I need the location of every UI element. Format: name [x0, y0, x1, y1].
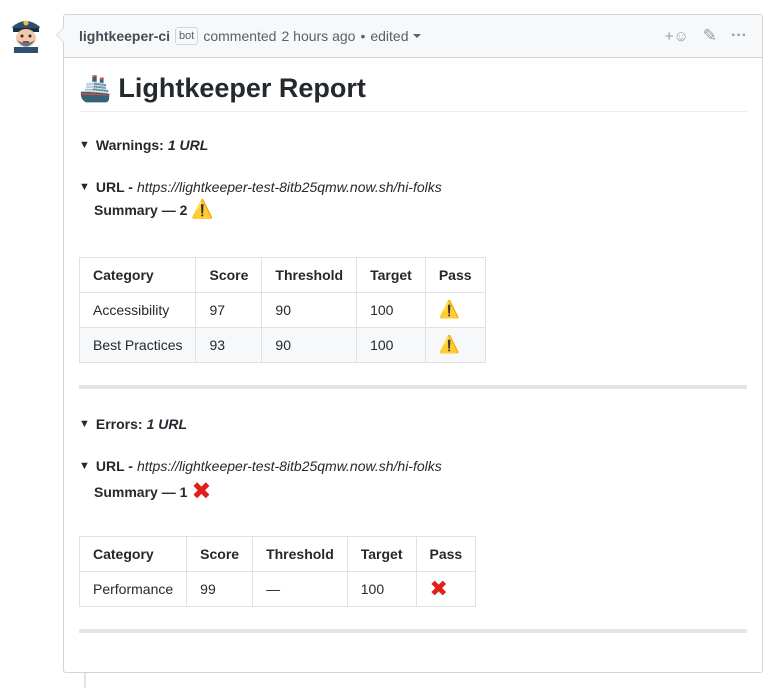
- table-cell: 90: [261, 292, 358, 328]
- warnings-count: 1 URL: [167, 137, 209, 153]
- triangle-down-icon: ▼: [79, 460, 90, 472]
- column-header: Category: [78, 257, 197, 293]
- table-header-row: Category Score Threshold Target Pass: [78, 257, 486, 293]
- column-header: Score: [195, 257, 263, 293]
- url-prefix: URL -: [95, 179, 133, 195]
- warnings-summary-text: Summary — 2: [94, 201, 188, 218]
- errors-url-toggle[interactable]: ▼ URL - https://lightkeeper-test-8itb25q…: [79, 458, 442, 474]
- bot-badge: bot: [175, 27, 199, 45]
- table-row: Best Practices 93 90 100 ⚠️: [78, 327, 486, 363]
- divider: [79, 629, 747, 633]
- warnings-label: Warnings:: [95, 137, 164, 153]
- column-header: Pass: [415, 536, 477, 572]
- add-reaction-icon[interactable]: +☺: [665, 28, 689, 45]
- errors-url: https://lightkeeper-test-8itb25qmw.now.s…: [136, 458, 442, 474]
- table-cell: Best Practices: [78, 327, 197, 363]
- chevron-down-icon: [412, 34, 421, 38]
- warnings-toggle[interactable]: ▼ Warnings: 1 URL: [79, 137, 208, 153]
- table-row: Accessibility 97 90 100 ⚠️: [78, 292, 486, 328]
- warning-icon: ⚠️: [424, 327, 486, 363]
- comment-time-link[interactable]: 2 hours ago: [281, 28, 355, 44]
- table-cell: 100: [346, 571, 417, 607]
- column-header: Threshold: [252, 536, 348, 572]
- warning-icon: ⚠️: [191, 199, 214, 219]
- comment: lightkeeper-ci bot commented 2 hours ago…: [56, 14, 763, 673]
- divider: [79, 385, 747, 389]
- table-cell: 90: [261, 327, 358, 363]
- table-cell: 100: [356, 327, 426, 363]
- errors-label: Errors:: [95, 416, 143, 432]
- triangle-down-icon: ▼: [79, 418, 90, 430]
- edit-pencil-icon[interactable]: ✎: [703, 26, 717, 46]
- column-header: Target: [346, 536, 417, 572]
- table-header-row: Category Score Threshold Target Pass: [78, 536, 477, 572]
- column-header: Pass: [424, 257, 486, 293]
- edited-dropdown[interactable]: edited: [370, 28, 421, 44]
- cross-mark-icon: ✖: [191, 478, 212, 505]
- table-cell: —: [252, 571, 348, 607]
- warnings-url: https://lightkeeper-test-8itb25qmw.now.s…: [136, 179, 442, 195]
- warning-icon: ⚠️: [424, 292, 486, 328]
- column-header: Category: [78, 536, 188, 572]
- table-cell: 93: [195, 327, 263, 363]
- url-prefix: URL -: [95, 458, 133, 474]
- column-header: Score: [186, 536, 254, 572]
- errors-count: 1 URL: [146, 416, 188, 432]
- avatar[interactable]: [6, 13, 46, 53]
- ship-icon: 🚢: [79, 73, 112, 103]
- separator: •: [360, 28, 366, 44]
- cross-mark-icon: ✖: [415, 571, 477, 607]
- warnings-summary: Summary — 2 ⚠️: [94, 199, 214, 220]
- report-title: 🚢 Lightkeeper Report: [79, 72, 747, 112]
- errors-summary: Summary — 1 ✖: [94, 477, 211, 506]
- timeline-line: [84, 672, 86, 688]
- column-header: Target: [356, 257, 426, 293]
- column-header: Threshold: [261, 257, 358, 293]
- comment-body: 🚢 Lightkeeper Report ▼ Warnings: 1 URL ▼…: [64, 72, 762, 633]
- comment-header: lightkeeper-ci bot commented 2 hours ago…: [64, 15, 762, 58]
- warnings-table: Category Score Threshold Target Pass Acc…: [78, 257, 486, 363]
- captain-avatar-icon: [6, 13, 46, 53]
- table-cell: 100: [356, 292, 426, 328]
- warnings-url-toggle[interactable]: ▼ URL - https://lightkeeper-test-8itb25q…: [79, 179, 442, 195]
- triangle-down-icon: ▼: [79, 181, 90, 193]
- header-actions: +☺ ✎ ···: [665, 26, 747, 46]
- errors-toggle[interactable]: ▼ Errors: 1 URL: [79, 416, 187, 432]
- report-title-text: Lightkeeper Report: [118, 73, 366, 103]
- table-cell: 97: [195, 292, 263, 328]
- triangle-down-icon: ▼: [79, 139, 90, 151]
- table-cell: 99: [186, 571, 254, 607]
- comment-action: commented: [203, 28, 277, 44]
- table-cell: Accessibility: [78, 292, 197, 328]
- author-link[interactable]: lightkeeper-ci: [79, 28, 170, 44]
- more-options-icon[interactable]: ···: [731, 27, 747, 45]
- table-row: Performance 99 — 100 ✖: [78, 571, 477, 607]
- errors-table: Category Score Threshold Target Pass Per…: [78, 536, 477, 607]
- edited-label: edited: [370, 28, 409, 44]
- table-cell: Performance: [78, 571, 188, 607]
- errors-summary-text: Summary — 1: [94, 483, 188, 500]
